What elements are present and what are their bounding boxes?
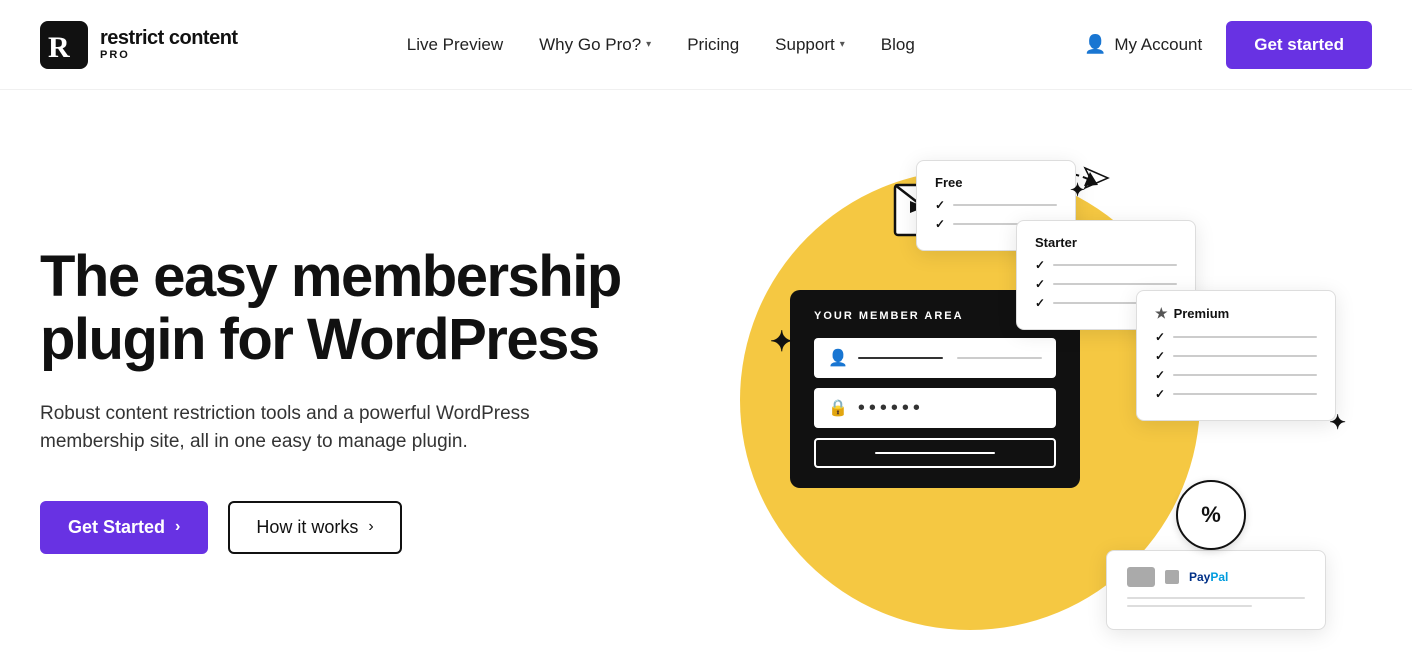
nav-item-support[interactable]: Support ▾ xyxy=(775,35,845,55)
premium-card-row-4: ✓ xyxy=(1155,387,1317,401)
payment-methods-row: PayPal xyxy=(1127,567,1305,587)
star-decoration-left: ✦ xyxy=(770,325,793,358)
arrow-right-icon: › xyxy=(368,518,373,536)
svg-text:R: R xyxy=(48,31,70,64)
paypal-logo: PayPal xyxy=(1189,570,1228,584)
discount-tag: % xyxy=(1176,480,1246,550)
logo-icon: R xyxy=(40,21,88,69)
free-card-row-1: ✓ xyxy=(935,198,1057,212)
starter-card-title: Starter xyxy=(1035,235,1177,250)
checkmark-icon: ✓ xyxy=(1155,349,1165,363)
submit-line xyxy=(875,452,995,454)
user-icon: 👤 xyxy=(1084,34,1106,55)
arrow-right-icon: › xyxy=(175,518,180,536)
payment-line-2 xyxy=(1127,605,1252,607)
chevron-down-icon: ▾ xyxy=(840,39,845,50)
starter-card-row-1: ✓ xyxy=(1035,258,1177,272)
nav-item-blog[interactable]: Blog xyxy=(881,35,915,55)
check-line xyxy=(1053,264,1177,266)
nav-item-live-preview[interactable]: Live Preview xyxy=(407,35,503,55)
member-username-field: 👤 xyxy=(814,338,1056,378)
hero-description: Robust content restriction tools and a p… xyxy=(40,400,580,457)
checkmark-icon: ✓ xyxy=(1155,330,1165,344)
payment-panel: PayPal xyxy=(1106,550,1326,630)
checkmark-icon: ✓ xyxy=(1035,258,1045,272)
header-right: 👤 My Account Get started xyxy=(1084,21,1372,69)
premium-card-row-2: ✓ xyxy=(1155,349,1317,363)
credit-card-icon xyxy=(1127,567,1155,587)
main-nav: Live Preview Why Go Pro? ▾ Pricing Suppo… xyxy=(407,35,915,55)
lock-field-icon: 🔒 xyxy=(828,398,848,418)
checkmark-icon: ✓ xyxy=(1035,277,1045,291)
member-submit-button[interactable] xyxy=(814,438,1056,468)
free-card-title: Free xyxy=(935,175,1057,190)
premium-card-row-1: ✓ xyxy=(1155,330,1317,344)
check-line xyxy=(1053,283,1177,285)
check-line xyxy=(953,204,1057,206)
star-decoration-top: ✦ xyxy=(1070,180,1085,201)
username-field-line2 xyxy=(957,357,1042,359)
check-line xyxy=(1173,336,1317,338)
check-line xyxy=(1173,355,1317,357)
logo-pro-badge: PRO xyxy=(100,49,238,61)
hero-title: The easy membership plugin for WordPress xyxy=(40,246,650,371)
star-decoration-right: ✦ xyxy=(1329,410,1346,435)
star-icon: ★ xyxy=(1155,305,1168,322)
hero-left: The easy membership plugin for WordPress… xyxy=(40,246,690,553)
payment-separator xyxy=(1127,597,1305,599)
checkmark-icon: ✓ xyxy=(1155,387,1165,401)
hero-section: The easy membership plugin for WordPress… xyxy=(0,90,1412,670)
checkmark-icon: ✓ xyxy=(1155,368,1165,382)
hero-buttons: Get Started › How it works › xyxy=(40,501,650,554)
premium-card-title: ★ Premium xyxy=(1155,305,1317,322)
hero-illustration: ✦ ✦ ✦ Y xyxy=(690,130,1356,670)
header-get-started-button[interactable]: Get started xyxy=(1226,21,1372,69)
check-line xyxy=(1173,393,1317,395)
hero-get-started-button[interactable]: Get Started › xyxy=(40,501,208,554)
logo[interactable]: R restrict content PRO xyxy=(40,21,238,69)
hero-how-it-works-button[interactable]: How it works › xyxy=(228,501,401,554)
user-field-icon: 👤 xyxy=(828,348,848,368)
check-line xyxy=(1173,374,1317,376)
pricing-card-premium: ★ Premium ✓ ✓ ✓ ✓ xyxy=(1136,290,1336,421)
checkmark-icon: ✓ xyxy=(935,198,945,212)
username-field-line xyxy=(858,357,943,360)
chevron-down-icon: ▾ xyxy=(646,39,651,50)
logo-name: restrict content xyxy=(100,27,238,49)
premium-card-row-3: ✓ xyxy=(1155,368,1317,382)
nav-item-pricing[interactable]: Pricing xyxy=(687,35,739,55)
site-header: R restrict content PRO Live Preview Why … xyxy=(0,0,1412,90)
card-icon-2 xyxy=(1165,570,1179,584)
nav-item-why-go-pro[interactable]: Why Go Pro? ▾ xyxy=(539,35,651,55)
checkmark-icon: ✓ xyxy=(935,217,945,231)
member-password-field: 🔒 •••••• xyxy=(814,388,1056,428)
starter-card-row-2: ✓ xyxy=(1035,277,1177,291)
password-dots: •••••• xyxy=(858,398,1042,418)
my-account-link[interactable]: 👤 My Account xyxy=(1084,34,1202,55)
checkmark-icon: ✓ xyxy=(1035,296,1045,310)
